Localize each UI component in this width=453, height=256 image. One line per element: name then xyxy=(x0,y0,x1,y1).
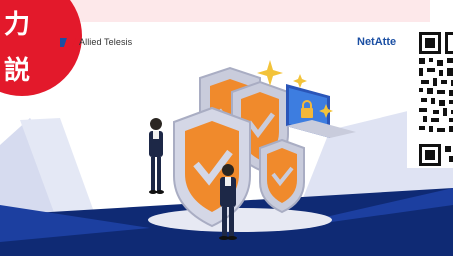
security-illustration-icon xyxy=(148,60,356,240)
shield-icon xyxy=(173,106,251,228)
qr-code-icon xyxy=(407,22,453,168)
banner: 力 説 Allied Telesis NetAtte xyxy=(0,0,453,256)
badge-text-bottom: 説 xyxy=(4,56,31,86)
allied-telesis-logo: Allied Telesis xyxy=(60,37,132,47)
logo-mark-icon xyxy=(60,37,76,47)
netattest-logo: NetAtte xyxy=(357,36,397,48)
sparkle-icon xyxy=(293,74,307,88)
badge-text-top: 力 xyxy=(4,10,31,40)
person-icon xyxy=(149,118,164,194)
shield-icon xyxy=(259,138,305,214)
allied-telesis-name: Allied Telesis xyxy=(79,37,133,47)
